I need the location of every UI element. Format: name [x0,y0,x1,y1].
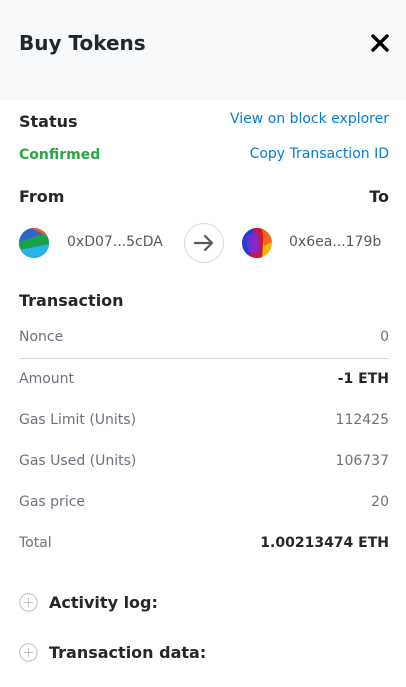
copy-transaction-id-link[interactable]: Copy Transaction ID [250,146,389,162]
gas-used-value: 106737 [335,453,389,469]
arrow-right-icon [184,223,224,263]
to-account-avatar [242,228,272,258]
from-label: From [19,187,65,206]
page-title: Buy Tokens [19,31,146,55]
status-badge: Confirmed [19,147,101,163]
plus-circle-icon [19,642,38,662]
header: Buy Tokens [0,0,406,100]
plus-circle-icon [19,592,38,612]
nonce-label: Nonce [19,329,64,345]
gas-used-label: Gas Used (Units) [19,453,137,469]
gas-price-value: 20 [371,494,389,510]
transaction-data-expander[interactable]: Transaction data: [19,640,206,664]
status-heading: Status [19,112,78,131]
gas-limit-label: Gas Limit (Units) [19,412,137,428]
close-icon[interactable] [369,32,391,54]
activity-log-label: Activity log: [49,592,158,612]
gas-price-label: Gas price [19,494,86,510]
activity-log-expander[interactable]: Activity log: [19,590,158,614]
view-on-block-explorer-link[interactable]: View on block explorer [230,111,389,127]
gas-limit-value: 112425 [335,412,389,428]
amount-label: Amount [19,371,75,387]
to-label: To [369,187,389,206]
transaction-heading: Transaction [19,291,124,310]
total-value: 1.00213474 ETH [260,535,389,551]
amount-value: -1 ETH [337,371,389,387]
to-address[interactable]: 0x6ea...179b [289,234,381,250]
total-label: Total [19,535,52,551]
nonce-value: 0 [380,329,389,345]
transaction-data-label: Transaction data: [49,642,207,662]
from-address[interactable]: 0xD07...5cDA [67,234,163,250]
divider [19,358,389,359]
from-account-avatar [19,228,49,258]
